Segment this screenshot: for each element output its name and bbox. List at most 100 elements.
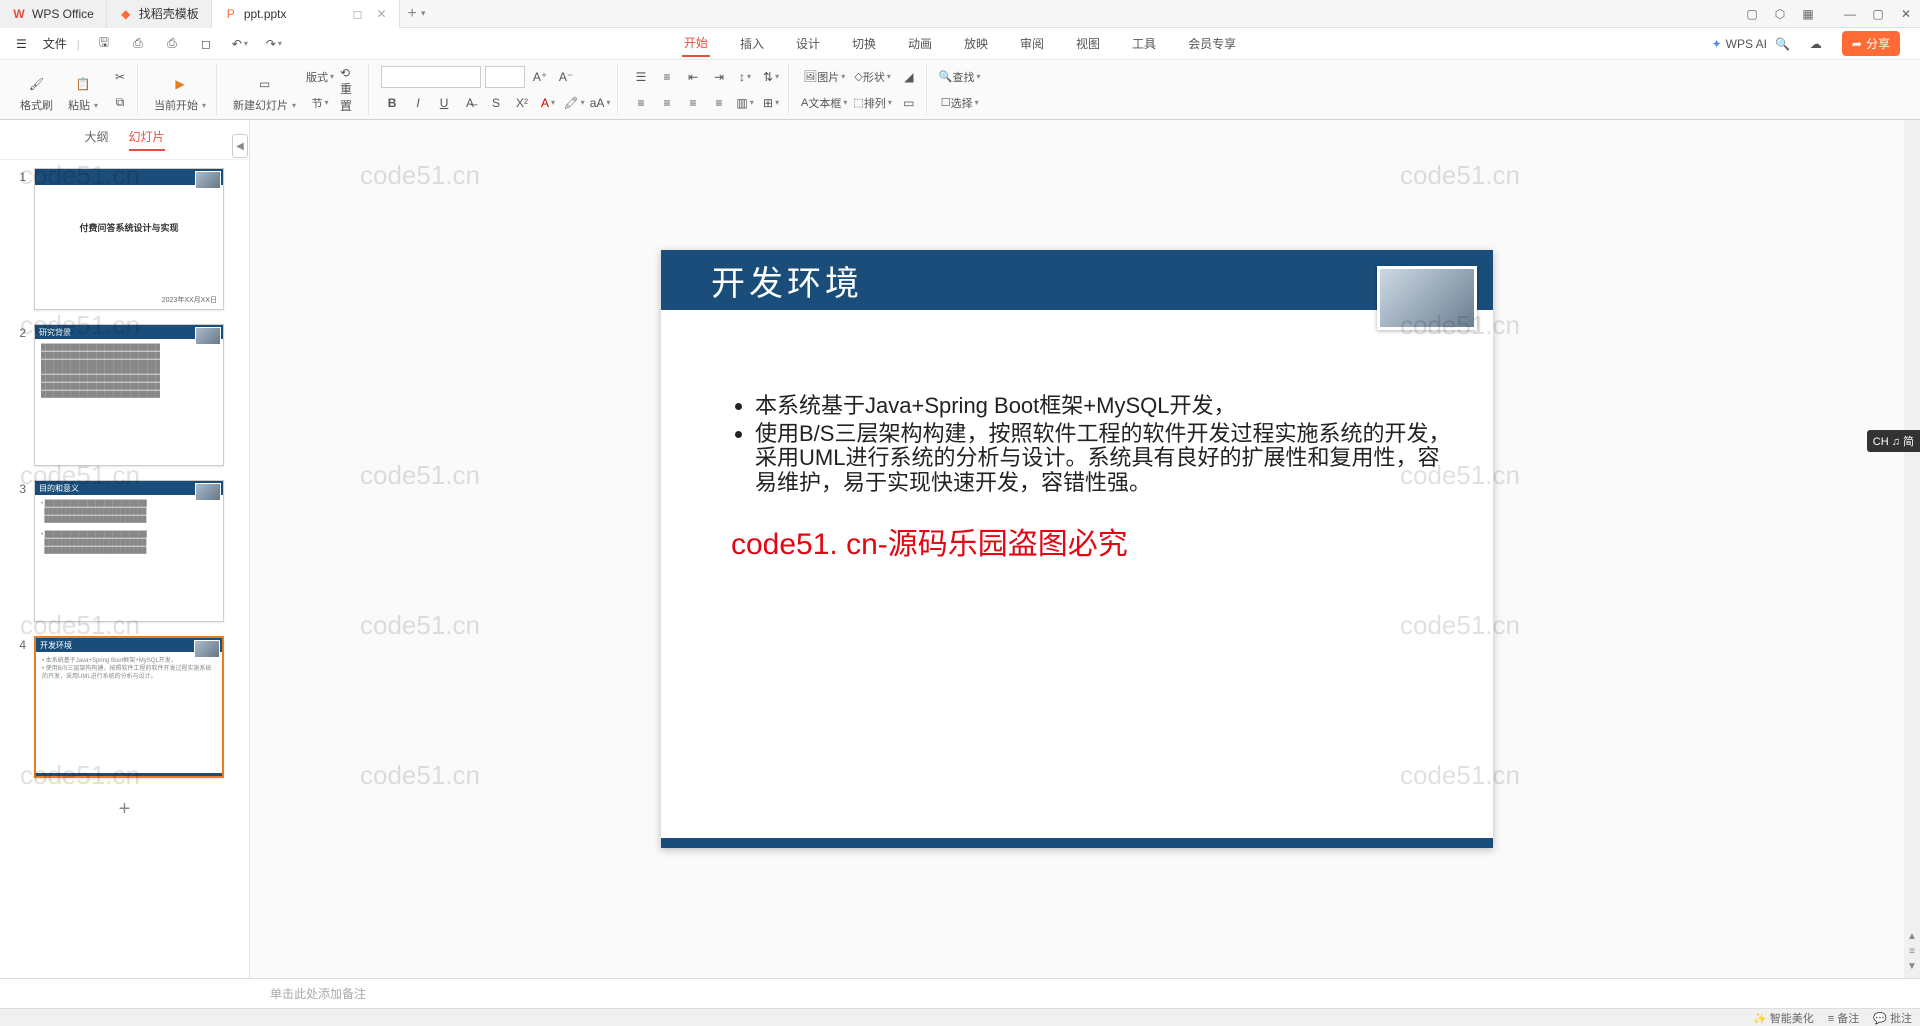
from-current-button[interactable]: ▶ 当前开始 — [150, 71, 210, 115]
outline-icon[interactable]: ▭ — [898, 92, 920, 114]
cut-icon[interactable]: ✂ — [109, 66, 131, 88]
align-right-button[interactable]: ≡ — [682, 92, 704, 114]
thumb-3[interactable]: 目的和意义 • ████████████████████████ ███████… — [34, 480, 224, 622]
paste-button[interactable]: 📋 粘贴 — [63, 71, 103, 115]
comments-toggle[interactable]: 💬 批注 — [1873, 1010, 1912, 1026]
select-button[interactable]: ☐ 选择 — [939, 92, 981, 114]
wps-ai-button[interactable]: ✦ WPS AI 🔍 — [1712, 37, 1790, 51]
superscript-button[interactable]: X² — [511, 92, 533, 114]
tab-insert[interactable]: 插入 — [738, 31, 766, 56]
slide-canvas[interactable]: 开发环境 本系统基于Java+Spring Boot框架+MySQL开发， 使用… — [661, 250, 1493, 848]
add-slide-button[interactable]: + — [12, 792, 237, 827]
scroll-down-icon[interactable]: ▼ — [1907, 961, 1917, 972]
redo-button[interactable]: ↷ — [262, 32, 286, 56]
hamburger-menu[interactable]: ☰ — [10, 37, 33, 51]
cloud-icon[interactable]: ☁ — [1804, 32, 1828, 56]
minimize-button[interactable]: — — [1836, 0, 1864, 28]
thumb-item[interactable]: 2 研究背景 █████████████████████████████████… — [12, 324, 237, 466]
align-button[interactable]: ⊞ — [760, 92, 782, 114]
tab-home[interactable]: 开始 — [682, 30, 710, 57]
bullet-2[interactable]: 使用B/S三层架构构建，按照软件工程的软件开发过程实施系统的开发，采用UML进行… — [755, 422, 1453, 495]
print-icon[interactable]: ⎙ — [160, 32, 184, 56]
ime-indicator[interactable]: CH ♫ 简 — [1867, 430, 1920, 452]
thumb-4[interactable]: 开发环境 • 本系统基于Java+Spring Boot框架+MySQL开发，•… — [34, 636, 224, 778]
save-icon[interactable]: 🖫 — [92, 32, 116, 56]
underline-button[interactable]: U — [433, 92, 455, 114]
thumb-1[interactable]: 付费问答系统设计与实现 2023年XX月XX日 — [34, 168, 224, 310]
collapse-panel-button[interactable]: ◀ — [232, 134, 248, 158]
preview-icon[interactable]: ◻ — [194, 32, 218, 56]
numbering-button[interactable]: ≡ — [656, 66, 678, 88]
copy-icon[interactable]: ⧉ — [109, 92, 131, 114]
bullet-1[interactable]: 本系统基于Java+Spring Boot框架+MySQL开发， — [755, 394, 1453, 418]
smart-beautify[interactable]: ✨ 智能美化 — [1753, 1010, 1814, 1026]
slide-editor[interactable]: 开发环境 本系统基于Java+Spring Boot框架+MySQL开发， 使用… — [250, 120, 1904, 978]
tab-animation[interactable]: 动画 — [906, 31, 934, 56]
italic-button[interactable]: I — [407, 92, 429, 114]
new-slide-button[interactable]: ▭ 新建幻灯片 — [229, 71, 300, 115]
outline-tab[interactable]: 大纲 — [84, 128, 108, 151]
decrease-font-icon[interactable]: A⁻ — [555, 66, 577, 88]
increase-font-icon[interactable]: A⁺ — [529, 66, 551, 88]
file-menu[interactable]: 文件 — [37, 35, 73, 52]
shape-button[interactable]: ◇ 形状 — [853, 66, 891, 88]
scroll-page-icon[interactable]: ≡ — [1909, 946, 1915, 957]
thumb-2[interactable]: 研究背景 ███████████████████████████████████… — [34, 324, 224, 466]
add-tab-button[interactable]: + ▾ — [400, 5, 434, 23]
tab-close-icon[interactable]: ✕ — [376, 7, 386, 21]
thumb-item[interactable]: 1 付费问答系统设计与实现 2023年XX月XX日 — [12, 168, 237, 310]
text-dir-button[interactable]: ⇅ — [760, 66, 782, 88]
tab-design[interactable]: 设计 — [794, 31, 822, 56]
format-painter-button[interactable]: 🖌 格式刷 — [16, 71, 57, 115]
maximize-button[interactable]: ▢ — [1864, 0, 1892, 28]
undo-button[interactable]: ↶ — [228, 32, 252, 56]
case-button[interactable]: aA — [589, 92, 611, 114]
indent-inc-button[interactable]: ⇥ — [708, 66, 730, 88]
tab-transition[interactable]: 切换 — [850, 31, 878, 56]
indent-dec-button[interactable]: ⇤ — [682, 66, 704, 88]
align-left-button[interactable]: ≡ — [630, 92, 652, 114]
strikethrough-button[interactable]: S — [485, 92, 507, 114]
strike-button[interactable]: A̶ — [459, 92, 481, 114]
tab-member[interactable]: 会员专享 — [1186, 31, 1238, 56]
align-center-button[interactable]: ≡ — [656, 92, 678, 114]
align-justify-button[interactable]: ≡ — [708, 92, 730, 114]
share-button[interactable]: ➦ 分享 — [1842, 31, 1900, 56]
section-button[interactable]: 节 — [306, 92, 334, 114]
vertical-scroll[interactable]: ▲ ≡ ▼ — [1904, 120, 1920, 978]
slide-content[interactable]: 本系统基于Java+Spring Boot框架+MySQL开发， 使用B/S三层… — [661, 310, 1493, 563]
notes-pane[interactable]: 单击此处添加备注 — [0, 978, 1920, 1008]
thumb-item[interactable]: 4 开发环境 • 本系统基于Java+Spring Boot框架+MySQL开发… — [12, 636, 237, 778]
tab-restore-icon[interactable]: ◻ — [353, 7, 363, 21]
tab-review[interactable]: 审阅 — [1018, 31, 1046, 56]
print-quick-icon[interactable]: ⎙ — [126, 32, 150, 56]
notes-toggle[interactable]: ≡ 备注 — [1828, 1010, 1859, 1026]
find-button[interactable]: 🔍 查找 — [939, 66, 981, 88]
tab-view[interactable]: 视图 — [1074, 31, 1102, 56]
textbox-button[interactable]: A 文本框 — [801, 92, 847, 114]
bullets-button[interactable]: ☰ — [630, 66, 652, 88]
tab-tools[interactable]: 工具 — [1130, 31, 1158, 56]
highlight-button[interactable]: 🖍 — [563, 92, 585, 114]
cube-icon[interactable]: ▢ — [1738, 0, 1766, 28]
box-icon[interactable]: ⬡ — [1766, 0, 1794, 28]
font-select[interactable] — [381, 66, 481, 88]
tab-slideshow[interactable]: 放映 — [962, 31, 990, 56]
slides-tab[interactable]: 幻灯片 — [129, 128, 165, 151]
layout-button[interactable]: 版式 — [306, 66, 334, 88]
size-select[interactable] — [485, 66, 525, 88]
slide-title[interactable]: 开发环境 — [711, 256, 863, 305]
fill-icon[interactable]: ◢ — [898, 66, 920, 88]
arrange-button[interactable]: ⬚ 排列 — [853, 92, 891, 114]
close-button[interactable]: ✕ — [1892, 0, 1920, 28]
thumb-item[interactable]: 3 目的和意义 • ████████████████████████ █████… — [12, 480, 237, 622]
app-tab-ppt[interactable]: P ppt.pptx ◻ ✕ — [212, 0, 400, 28]
app-tab-template[interactable]: ◆ 找稻壳模板 — [107, 0, 212, 28]
cube2-icon[interactable]: ▦ — [1794, 0, 1822, 28]
line-spacing-button[interactable]: ↕ — [734, 66, 756, 88]
image-button[interactable]: 🖼 图片 — [801, 66, 847, 88]
bold-button[interactable]: B — [381, 92, 403, 114]
columns-button[interactable]: ▥ — [734, 92, 756, 114]
app-tab-wps[interactable]: W WPS Office — [0, 0, 107, 28]
reset-icon[interactable]: ⟲ 重置 — [340, 79, 362, 101]
